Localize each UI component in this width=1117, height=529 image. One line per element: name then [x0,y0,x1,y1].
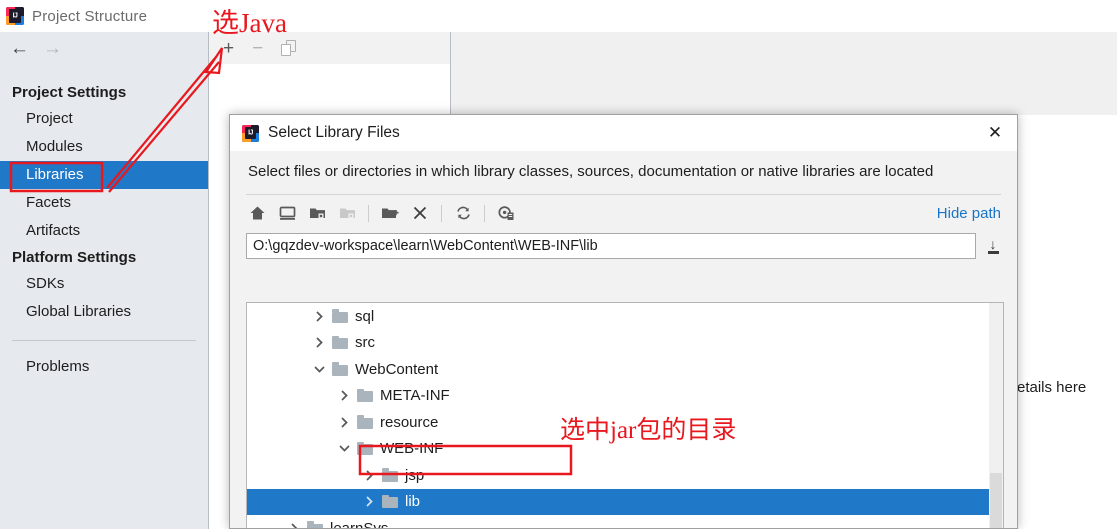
annotation-box-libraries [9,161,104,193]
annotation-arrow-add [106,47,224,193]
annotation-box-lib-row [358,444,573,476]
annotation-layer [9,47,573,476]
